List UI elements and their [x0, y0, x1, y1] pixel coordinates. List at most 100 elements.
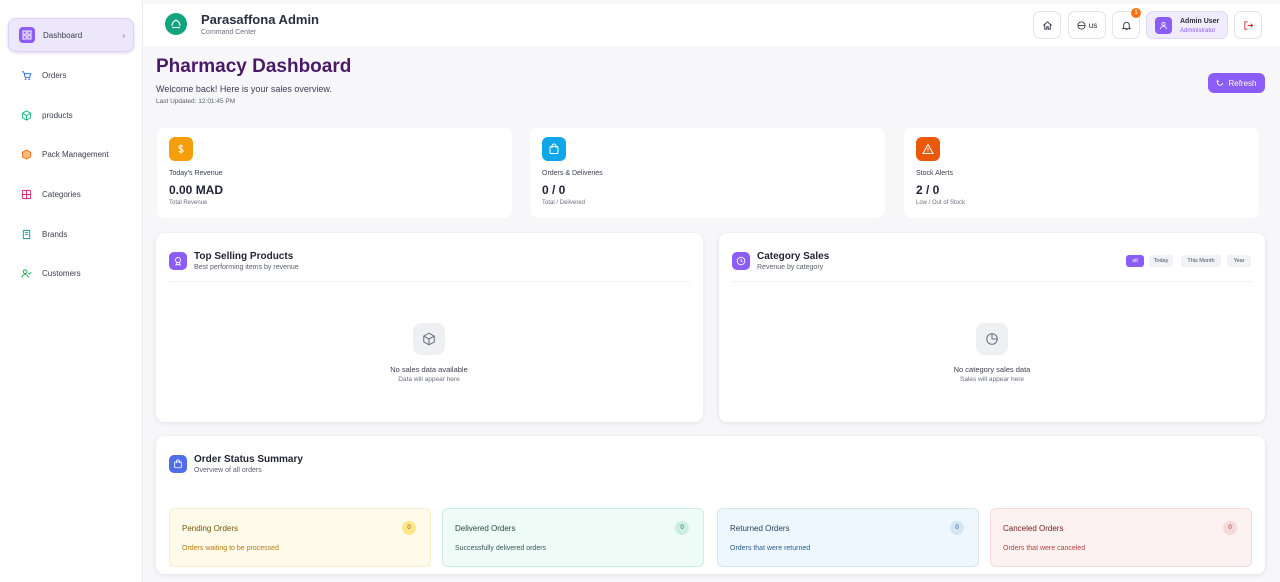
- page-title: Pharmacy Dashboard: [156, 56, 352, 77]
- cart-icon: [18, 67, 34, 83]
- brand-title: Parasaffona Admin: [201, 12, 319, 27]
- language-label: us: [1088, 20, 1098, 30]
- status-description: Orders that were returned: [730, 545, 811, 552]
- filter-this-month[interactable]: This Month: [1181, 255, 1221, 267]
- stat-sub: Low / Out of Stock: [916, 200, 966, 206]
- status-description: Orders that were canceled: [1003, 545, 1086, 552]
- notifications-button[interactable]: 1: [1112, 8, 1141, 39]
- filter-year[interactable]: Year: [1227, 255, 1251, 267]
- user-role: Administrator: [1180, 28, 1216, 34]
- user-avatar-icon: [1155, 17, 1172, 34]
- card-title: Top Selling Products: [194, 251, 294, 262]
- refresh-button[interactable]: Refresh: [1208, 73, 1265, 93]
- warning-icon: [916, 137, 940, 161]
- stat-label: Today's Revenue: [169, 170, 223, 177]
- user-menu-button[interactable]: Admin User Administrator: [1146, 11, 1228, 39]
- brand-subtitle: Command Center: [201, 29, 257, 36]
- status-returned[interactable]: Returned Orders 0 Orders that were retur…: [717, 508, 979, 567]
- refresh-label: Refresh: [1228, 78, 1257, 88]
- empty-box-icon: [413, 323, 445, 355]
- home-icon: [1042, 20, 1052, 30]
- medal-icon: [169, 252, 187, 270]
- status-title: Returned Orders: [730, 524, 790, 533]
- sidebar-item-customers[interactable]: Customers: [8, 256, 134, 290]
- sidebar-item-label: Pack Management: [42, 149, 109, 159]
- globe-icon: [1077, 20, 1086, 30]
- last-updated: Last Updated: 12:01:45 PM: [156, 98, 236, 105]
- stat-value: 0 / 0: [542, 183, 566, 197]
- status-title: Pending Orders: [182, 524, 239, 533]
- status-count-badge: 0: [950, 521, 964, 535]
- bag-icon: [542, 137, 566, 161]
- filter-today[interactable]: Today: [1149, 255, 1173, 267]
- status-count-badge: 0: [1223, 521, 1237, 535]
- users-icon: [18, 265, 34, 281]
- category-sales-card: Category Sales Revenue by category all T…: [719, 233, 1265, 422]
- sidebar-item-pack-management[interactable]: Pack Management: [8, 137, 134, 171]
- sidebar-item-label: Customers: [42, 268, 81, 278]
- card-subtitle: Best performing items by revenue: [194, 264, 299, 271]
- sidebar-item-categories[interactable]: Categories: [8, 177, 134, 211]
- package-icon: [18, 146, 34, 162]
- sidebar-item-brands[interactable]: Brands: [8, 217, 134, 251]
- stat-sub: Total Revenue: [169, 200, 208, 206]
- sidebar-item-label: products: [42, 110, 73, 120]
- logout-button[interactable]: [1234, 11, 1262, 39]
- filter-all[interactable]: all: [1126, 255, 1144, 267]
- chevron-right-icon: ›: [122, 30, 125, 40]
- pie-chart-icon: [976, 323, 1008, 355]
- empty-state-title: No sales data available: [390, 365, 468, 374]
- top-selling-card: Top Selling Products Best performing ite…: [156, 233, 703, 422]
- sidebar-item-label: Dashboard: [43, 30, 83, 40]
- status-description: Successfully delivered orders: [455, 545, 547, 552]
- status-description: Orders waiting to be processed: [182, 545, 279, 552]
- stat-label: Stock Alerts: [916, 170, 953, 177]
- stat-sub: Total / Delivered: [542, 200, 586, 206]
- card-subtitle: Overview of all orders: [194, 467, 262, 474]
- dollar-icon: [169, 137, 193, 161]
- divider: [169, 281, 690, 282]
- top-bar: Parasaffona Admin Command Center us 1 Ad…: [143, 4, 1280, 46]
- status-pending[interactable]: Pending Orders 0 Orders waiting to be pr…: [169, 508, 431, 567]
- empty-state-subtitle: Data will appear here: [398, 376, 460, 383]
- language-button[interactable]: us: [1068, 11, 1106, 39]
- brand-logo-icon: [165, 13, 187, 35]
- refresh-icon: [1217, 79, 1224, 86]
- stat-value: 0.00 MAD: [169, 183, 224, 197]
- stat-value: 2 / 0: [916, 183, 940, 197]
- stat-label: Orders & Deliveries: [542, 170, 603, 177]
- home-button[interactable]: [1033, 11, 1061, 39]
- box-icon: [18, 107, 34, 123]
- card-title: Category Sales: [757, 251, 830, 262]
- notification-count-badge: 1: [1131, 8, 1141, 18]
- clock-icon: [732, 252, 750, 270]
- card-subtitle: Revenue by category: [757, 264, 824, 271]
- card-title: Order Status Summary: [194, 454, 303, 465]
- status-count-badge: 0: [675, 521, 689, 535]
- dashboard-icon: [19, 27, 35, 43]
- user-name: Admin User: [1180, 18, 1220, 25]
- status-title: Canceled Orders: [1003, 524, 1064, 533]
- page-subtitle: Welcome back! Here is your sales overvie…: [156, 84, 332, 94]
- status-canceled[interactable]: Canceled Orders 0 Orders that were cance…: [990, 508, 1252, 567]
- bag-icon: [169, 455, 187, 473]
- grid-icon: [18, 186, 34, 202]
- empty-state-subtitle: Sales will appear here: [960, 376, 1024, 383]
- sidebar-item-dashboard[interactable]: Dashboard ›: [8, 18, 134, 52]
- sidebar-item-label: Orders: [42, 70, 67, 80]
- stat-card-orders: Orders & Deliveries 0 / 0 Total / Delive…: [530, 128, 885, 218]
- sidebar-item-products[interactable]: products: [8, 98, 134, 132]
- stat-card-stock: Stock Alerts 2 / 0 Low / Out of Stock: [904, 128, 1259, 218]
- sidebar-item-label: Brands: [42, 229, 68, 239]
- divider: [732, 281, 1252, 282]
- book-icon: [18, 226, 34, 242]
- stat-card-revenue: Today's Revenue 0.00 MAD Total Revenue: [157, 128, 512, 218]
- bell-icon: [1121, 21, 1131, 30]
- order-status-card: Order Status Summary Overview of all ord…: [156, 436, 1265, 574]
- status-title: Delivered Orders: [455, 524, 516, 533]
- logout-icon: [1243, 20, 1253, 30]
- sidebar-item-orders[interactable]: Orders: [8, 58, 134, 92]
- status-delivered[interactable]: Delivered Orders 0 Successfully delivere…: [442, 508, 704, 567]
- empty-state-title: No category sales data: [953, 365, 1031, 374]
- sidebar-item-label: Categories: [42, 189, 81, 199]
